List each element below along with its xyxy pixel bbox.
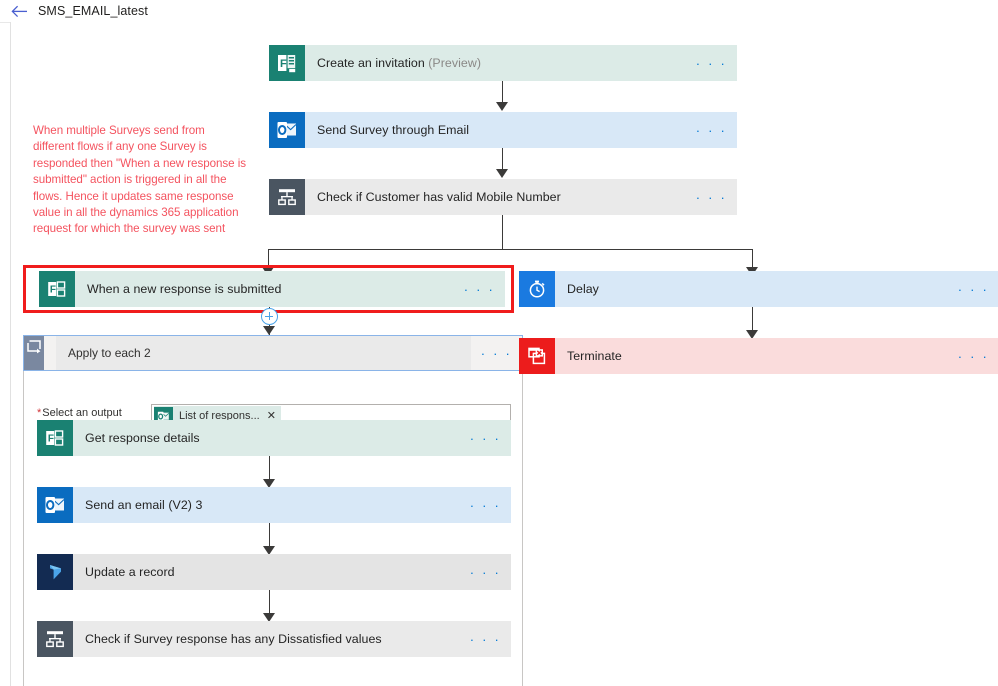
flow-node-update-a-record[interactable]: Update a record · · · <box>37 554 511 590</box>
svg-text:F: F <box>50 285 56 296</box>
add-step-button[interactable] <box>261 308 278 325</box>
flow-node-check-if-customer-has-valid-mobile-number[interactable]: Check if Customer has valid Mobile Numbe… <box>269 179 737 215</box>
flow-node-menu-button[interactable]: · · · <box>686 124 727 137</box>
outlook-icon <box>269 112 305 148</box>
flow-node-body: When a new response is submitted · · · <box>75 271 505 307</box>
branch-stem-line <box>502 215 503 249</box>
connector-line <box>269 590 270 614</box>
flow-node-menu-button[interactable]: · · · <box>948 350 989 363</box>
flow-node-body: Create an invitation (Preview) · · · <box>305 45 737 81</box>
microsoft-forms-icon: F <box>269 45 305 81</box>
flow-node-menu-button[interactable]: · · · <box>686 191 727 204</box>
flow-node-check-if-survey-response-has-any-dissatisfied-values[interactable]: Check if Survey response has any Dissati… <box>37 621 511 657</box>
connector-line <box>502 148 503 170</box>
flow-node-title: Delay <box>567 282 599 296</box>
flow-node-menu-button[interactable]: · · · <box>460 499 501 512</box>
flow-node-terminate[interactable]: Terminate · · · <box>519 338 998 374</box>
branch-horizontal-line <box>268 249 753 250</box>
flow-node-apply-to-each-2[interactable]: Apply to each 2 · · · <box>23 335 523 371</box>
connector-line <box>502 81 503 103</box>
outlook-icon <box>37 487 73 523</box>
connector-arrow <box>496 169 508 178</box>
required-marker: * <box>37 407 42 419</box>
flow-node-title: Send Survey through Email <box>317 123 470 137</box>
condition-icon <box>269 179 305 215</box>
flow-node-delay[interactable]: Delay · · · <box>519 271 998 307</box>
flow-node-inner: Apply to each 2 <box>56 336 471 370</box>
flow-node-menu-button[interactable]: · · · <box>454 283 495 296</box>
flow-node-title: Get response details <box>85 431 200 445</box>
flow-node-title: Update a record <box>85 565 175 579</box>
back-button[interactable] <box>6 0 32 22</box>
page-title: SMS_EMAIL_latest <box>38 4 148 18</box>
flow-node-title: Create an invitation (Preview) <box>317 56 482 70</box>
branch-right-line <box>752 249 753 268</box>
flow-node-body: Send an email (V2) 3 · · · <box>73 487 511 523</box>
back-arrow-icon <box>10 5 27 17</box>
delay-stopwatch-icon <box>519 271 555 307</box>
microsoft-forms-trigger-icon: F <box>39 271 75 307</box>
flow-canvas: When multiple Surveys send from differen… <box>10 22 998 686</box>
flow-node-title: Check if Survey response has any Dissati… <box>85 632 382 646</box>
flow-node-menu-button[interactable]: · · · <box>460 633 501 646</box>
loop-icon <box>24 336 44 370</box>
annotation-note: When multiple Surveys send from differen… <box>33 124 246 236</box>
flow-node-title: When a new response is submitted <box>87 282 282 296</box>
flow-node-send-survey-through-email[interactable]: Send Survey through Email · · · <box>269 112 737 148</box>
connector-arrow <box>496 102 508 111</box>
flow-node-menu-button[interactable]: · · · <box>471 347 512 360</box>
microsoft-forms-icon: F <box>37 420 73 456</box>
flow-node-body: Check if Customer has valid Mobile Numbe… <box>305 179 737 215</box>
connector-arrow <box>263 326 275 335</box>
flow-node-menu-button[interactable]: · · · <box>460 566 501 579</box>
svg-text:F: F <box>48 434 54 445</box>
app-header: SMS_EMAIL_latest <box>0 0 998 23</box>
connector-line <box>752 307 753 331</box>
flow-node-title: Check if Customer has valid Mobile Numbe… <box>317 190 561 204</box>
condition-icon <box>37 621 73 657</box>
flow-node-title: Apply to each 2 <box>68 346 151 360</box>
flow-node-body: Terminate · · · <box>555 338 998 374</box>
connector-line <box>269 456 270 480</box>
flow-node-body: Send Survey through Email · · · <box>305 112 737 148</box>
flow-node-body: Check if Survey response has any Dissati… <box>73 621 511 657</box>
branch-left-line <box>268 249 269 268</box>
flow-node-title: Send an email (V2) 3 <box>85 498 203 512</box>
flow-node-when-a-new-response-is-submitted[interactable]: F When a new response is submitted · · · <box>39 271 505 307</box>
flow-node-create-an-invitation[interactable]: F Create an invitation (Preview) · · · <box>269 45 737 81</box>
flow-node-menu-button[interactable]: · · · <box>948 283 989 296</box>
flow-node-body: Get response details · · · <box>73 420 511 456</box>
flow-node-send-an-email-v2-3[interactable]: Send an email (V2) 3 · · · <box>37 487 511 523</box>
flow-node-get-response-details[interactable]: F Get response details · · · <box>37 420 511 456</box>
svg-text:F: F <box>280 58 287 70</box>
flow-node-title: Terminate <box>567 349 622 363</box>
flow-node-body: Update a record · · · <box>73 554 511 590</box>
dynamics-365-icon <box>37 554 73 590</box>
flow-node-body: Apply to each 2 · · · <box>44 336 522 370</box>
flow-node-menu-button[interactable]: · · · <box>460 432 501 445</box>
flow-node-menu-button[interactable]: · · · <box>686 57 727 70</box>
connector-line <box>269 523 270 547</box>
flow-node-body: Delay · · · <box>555 271 998 307</box>
terminate-icon <box>519 338 555 374</box>
